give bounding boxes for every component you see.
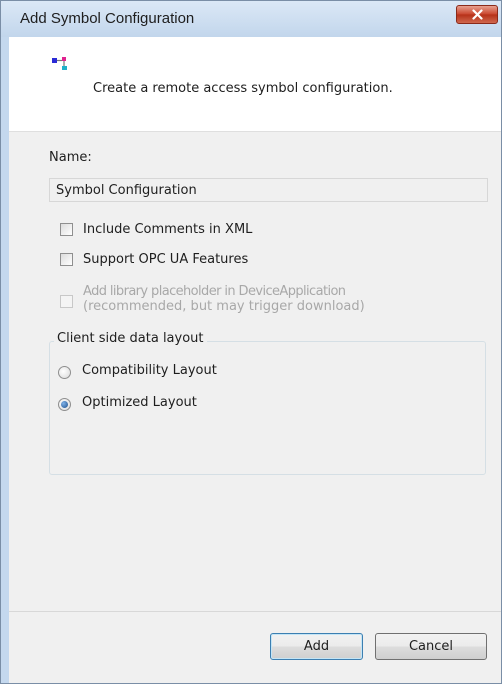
include-comments-checkbox[interactable]	[60, 223, 73, 236]
support-opc-ua-label[interactable]: Support OPC UA Features	[83, 252, 248, 267]
header-panel: Create a remote access symbol configurat…	[9, 37, 501, 132]
name-field[interactable]	[49, 178, 488, 202]
optimized-layout-radio[interactable]	[58, 398, 71, 411]
client-layout-group-title: Client side data layout	[54, 331, 207, 346]
name-label: Name:	[49, 150, 92, 165]
compatibility-layout-radio[interactable]	[58, 366, 71, 379]
cancel-button[interactable]: Cancel	[375, 633, 487, 660]
symbol-configuration-icon	[52, 57, 67, 70]
library-placeholder-label-line2: (recommended, but may trigger download)	[83, 299, 365, 314]
footer-divider	[9, 611, 501, 612]
close-x-icon	[472, 9, 483, 20]
optimized-layout-label[interactable]: Optimized Layout	[82, 395, 197, 410]
library-placeholder-checkbox	[60, 295, 73, 308]
support-opc-ua-checkbox[interactable]	[60, 253, 73, 266]
add-button[interactable]: Add	[270, 633, 363, 660]
radio-selected-dot	[61, 401, 68, 408]
title-bar[interactable]: Add Symbol Configuration	[1, 1, 501, 37]
library-placeholder-label-line1: Add library placeholder in DeviceApplica…	[83, 284, 346, 299]
close-button[interactable]	[456, 5, 498, 24]
compatibility-layout-label[interactable]: Compatibility Layout	[82, 363, 217, 378]
dialog-client: Create a remote access symbol configurat…	[9, 37, 501, 683]
include-comments-label[interactable]: Include Comments in XML	[83, 222, 252, 237]
window-title: Add Symbol Configuration	[20, 10, 195, 27]
header-description: Create a remote access symbol configurat…	[93, 81, 393, 96]
dialog-window: Add Symbol Configuration Create a remote…	[0, 0, 502, 684]
